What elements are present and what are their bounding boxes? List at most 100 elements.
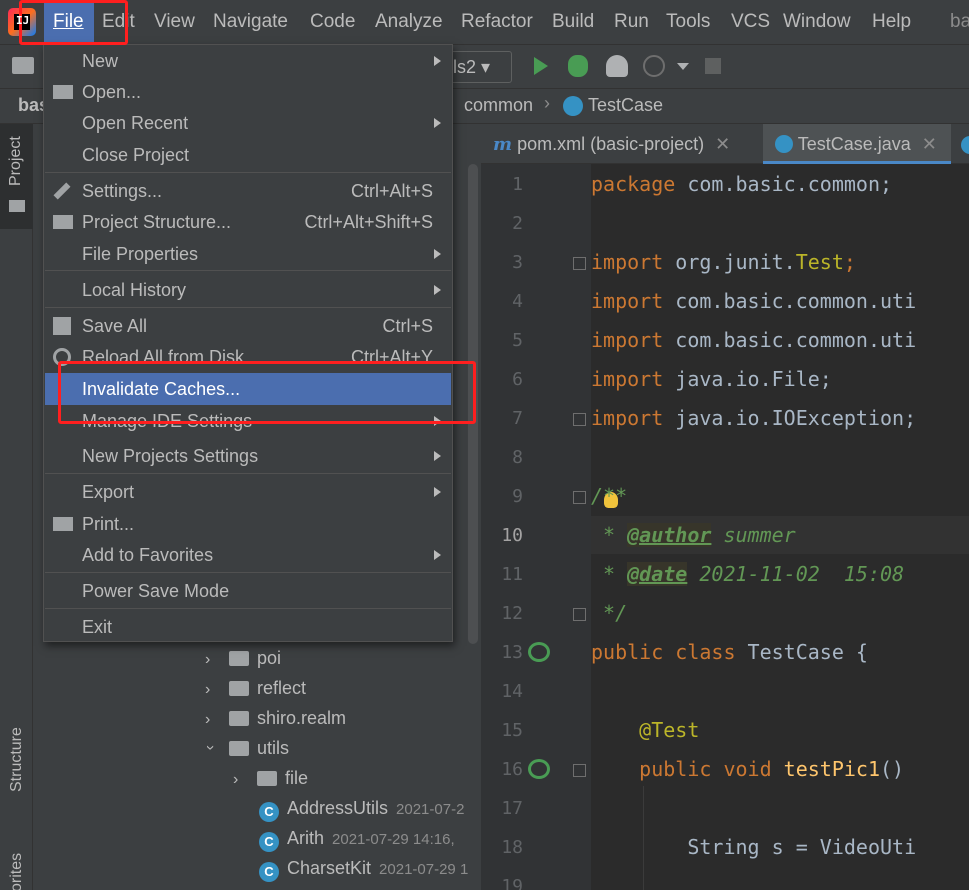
chevron-right-icon <box>434 451 441 461</box>
menu-item-project-structure[interactable]: Project Structure... Ctrl+Alt+Shift+S <box>45 206 451 238</box>
coverage-icon[interactable] <box>606 55 628 77</box>
menu-item-exit[interactable]: Exit <box>45 611 451 643</box>
menu-item-add-to-favorites[interactable]: Add to Favorites <box>45 539 451 571</box>
folder-icon <box>229 681 249 696</box>
line-number: 10 <box>501 525 523 546</box>
run-icon[interactable] <box>534 57 548 75</box>
chevron-right-icon <box>434 285 441 295</box>
class-icon <box>775 135 793 153</box>
tab-testcase-java[interactable]: TestCase.java ✕ <box>763 124 951 164</box>
menu-analyze[interactable]: Analyze <box>375 0 443 44</box>
folder-icon <box>9 200 25 212</box>
menu-code[interactable]: Code <box>310 0 355 44</box>
line-number: 8 <box>512 447 523 468</box>
stop-icon[interactable] <box>705 58 721 74</box>
close-icon[interactable]: ✕ <box>715 134 730 154</box>
menu-separator <box>45 572 451 573</box>
class-icon: C <box>259 832 279 852</box>
line-number: 3 <box>512 252 523 273</box>
menu-tools[interactable]: Tools <box>666 0 710 44</box>
menu-help[interactable]: Help <box>872 0 911 44</box>
maven-icon: m <box>493 134 513 155</box>
code-line: import com.basic.common.uti <box>591 289 917 313</box>
open-folder-icon[interactable] <box>12 57 34 74</box>
code-line: import java.io.File; <box>591 367 832 391</box>
menu-item-open-recent[interactable]: Open Recent <box>45 107 451 139</box>
line-number: 14 <box>501 681 523 702</box>
folder-icon <box>229 741 249 756</box>
tree-class-charsetkit[interactable]: C CharsetKit 2021-07-29 1 <box>259 853 481 883</box>
code-line: package com.basic.common; <box>591 172 893 196</box>
fold-icon[interactable] <box>573 764 586 777</box>
menu-run[interactable]: Run <box>614 0 649 44</box>
profile-icon[interactable] <box>643 55 665 77</box>
code-line: import java.io.IOException; <box>591 406 917 430</box>
chevron-right-icon <box>434 487 441 497</box>
menu-navigate[interactable]: Navigate <box>213 0 288 44</box>
line-number: 16 <box>501 759 523 780</box>
menu-window[interactable]: Window <box>783 0 851 44</box>
structure-tool-label: Structure <box>8 727 25 792</box>
chevron-down-icon[interactable] <box>677 63 689 70</box>
menu-item-local-history[interactable]: Local History <box>45 274 451 306</box>
menu-refactor[interactable]: Refactor <box>461 0 533 44</box>
tab-pom-xml[interactable]: m pom.xml (basic-project) ✕ <box>481 124 761 164</box>
tree-folder-shiro-realm[interactable]: › shiro.realm <box>205 703 346 733</box>
run-config-dropdown[interactable]: ls2 ▾ <box>446 51 512 83</box>
menu-view[interactable]: View <box>154 0 195 44</box>
file-menu: New Open... Open Recent Close Project Se… <box>43 44 453 642</box>
folder-icon <box>229 651 249 666</box>
tree-folder-file[interactable]: › file <box>233 763 308 793</box>
wrench-icon <box>53 182 71 200</box>
menu-item-power-save-mode[interactable]: Power Save Mode <box>45 575 451 607</box>
menu-item-new-projects-settings[interactable]: New Projects Settings <box>45 440 451 472</box>
line-number: 12 <box>501 603 523 624</box>
menu-separator <box>45 473 451 474</box>
menu-separator <box>45 307 451 308</box>
menu-separator <box>45 608 451 609</box>
menu-vcs[interactable]: VCS <box>731 0 770 44</box>
menu-item-settings[interactable]: Settings... Ctrl+Alt+S <box>45 175 451 207</box>
line-number: 6 <box>512 369 523 390</box>
fold-icon[interactable] <box>573 257 586 270</box>
favorites-tool-tab[interactable]: orites <box>0 844 33 890</box>
save-icon <box>53 317 71 335</box>
menu-item-export[interactable]: Export <box>45 476 451 508</box>
menu-separator <box>45 270 451 271</box>
line-number: 5 <box>512 330 523 351</box>
left-tool-strip: Project Structure orites <box>0 124 33 890</box>
structure-tool-tab[interactable]: Structure <box>0 714 33 814</box>
menu-item-new[interactable]: New <box>45 45 451 77</box>
tree-class-addressutils[interactable]: C AddressUtils 2021-07-2 <box>259 793 481 823</box>
tree-folder-utils[interactable]: › utils <box>202 733 289 763</box>
run-test-gutter-icon[interactable] <box>528 642 550 662</box>
line-number: 13 <box>501 642 523 663</box>
breadcrumb-common[interactable]: common <box>464 95 533 116</box>
run-test-gutter-icon[interactable] <box>528 759 550 779</box>
menu-item-close-project[interactable]: Close Project <box>45 139 451 171</box>
tree-class-arith[interactable]: C Arith 2021-07-29 14:16, <box>259 823 481 853</box>
menu-build[interactable]: Build <box>552 0 594 44</box>
fold-icon[interactable] <box>573 413 586 426</box>
tree-folder-reflect[interactable]: › reflect <box>205 673 306 703</box>
line-number: 2 <box>512 213 523 234</box>
editor-tabs: m pom.xml (basic-project) ✕ TestCase.jav… <box>481 124 969 164</box>
print-icon <box>53 517 73 531</box>
menu-item-print[interactable]: Print... <box>45 508 451 540</box>
tree-folder-poi[interactable]: › poi <box>205 643 281 673</box>
line-number: 9 <box>512 486 523 507</box>
fold-icon[interactable] <box>573 608 586 621</box>
close-icon[interactable]: ✕ <box>922 134 937 154</box>
menu-item-save-all[interactable]: Save All Ctrl+S <box>45 310 451 342</box>
line-number: 19 <box>501 876 523 890</box>
chevron-right-icon <box>434 249 441 259</box>
project-tool-tab[interactable]: Project <box>0 124 33 229</box>
debug-icon[interactable] <box>568 55 588 77</box>
open-folder-icon <box>53 85 73 99</box>
menu-item-open[interactable]: Open... <box>45 76 451 108</box>
code-line: */ <box>591 601 628 625</box>
code-line: * @date 2021-11-02 15:08 <box>591 562 905 586</box>
breadcrumb-testcase[interactable]: TestCase <box>588 95 663 116</box>
fold-icon[interactable] <box>573 491 586 504</box>
menu-item-file-properties[interactable]: File Properties <box>45 238 451 270</box>
